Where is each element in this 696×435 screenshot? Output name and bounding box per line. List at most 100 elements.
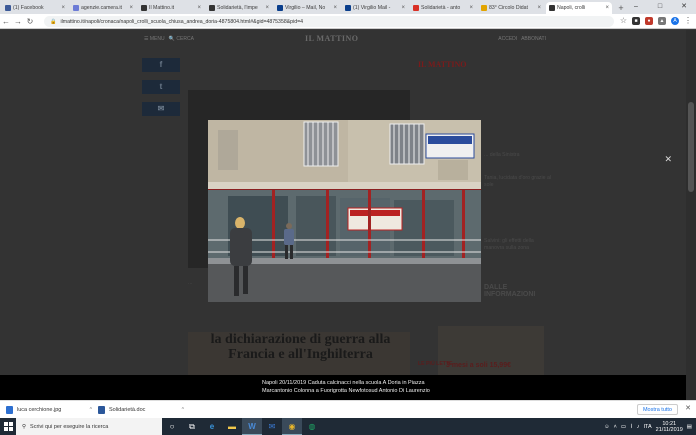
account-links[interactable]: ACCEDI ABBONATI (498, 36, 546, 42)
subscription-advert[interactable]: 3 mesi a soli 15,99€ (438, 326, 544, 380)
mattino-icon (141, 5, 147, 11)
side-item[interactable]: ... della Sinistra (484, 152, 554, 159)
start-button[interactable] (0, 418, 16, 435)
kebab-menu-icon[interactable]: ⋮ (684, 16, 692, 25)
tab-close-icon[interactable]: × (197, 5, 201, 11)
browser-tab[interactable]: Napoli, crolli × (546, 2, 612, 14)
search-icon: ⚲ (22, 423, 27, 430)
edge-icon[interactable]: e (202, 418, 222, 435)
url-text: ilmattino.it/napoli/cronaca/napoli_croll… (60, 18, 304, 25)
menu-button[interactable]: ☰ MENU 🔍 CERCA (144, 36, 194, 42)
advert-headline: la dichiarazione di guerra alla Francia … (210, 332, 391, 362)
clock[interactable]: 10:21 21/11/2019 (656, 421, 683, 433)
email-share-button[interactable]: ✉ (142, 102, 180, 116)
most-read-label: LE PIÙ LETTE (418, 361, 453, 367)
tab-label: Il Mattino.it (149, 5, 175, 11)
mattino-icon (549, 5, 555, 11)
browser-tab[interactable]: Solidarietà - anto × (410, 2, 476, 14)
virgilio-icon (277, 5, 283, 11)
app-icon[interactable]: ◍ (302, 418, 322, 435)
tab-close-icon[interactable]: × (129, 5, 133, 11)
school-photo (208, 120, 481, 302)
photo-caption: Napoli 20/11/2019 Caduta calcinacci nell… (262, 380, 430, 394)
chevron-up-icon[interactable]: ^ (182, 407, 184, 413)
minimize-icon[interactable]: – (624, 0, 648, 14)
avatar[interactable]: A (671, 16, 679, 25)
browser-tab[interactable]: agenzie.camera.it × (70, 2, 136, 14)
tab-close-icon[interactable]: × (401, 5, 405, 11)
volume-icon[interactable]: ♪ (637, 424, 640, 430)
windows-icon (3, 422, 13, 431)
mattino-icon (209, 5, 215, 11)
scrollbar-thumb[interactable] (688, 102, 694, 192)
tab-label: Virgilio – Mail, No (285, 5, 326, 11)
image-file-icon (6, 405, 13, 414)
page-content: ☰ MENU 🔍 CERCA IL MATTINO ACCEDI ABBONAT… (0, 30, 686, 400)
close-window-icon[interactable]: ✕ (672, 0, 696, 14)
tab-close-icon[interactable]: × (469, 5, 473, 11)
browser-tab[interactable]: Il Mattino.it × (138, 2, 204, 14)
task-view-icon[interactable]: ⧉ (182, 418, 202, 435)
clock-date: 21/11/2019 (655, 426, 683, 433)
downloads-shelf: luca cerchione.jpg ^ Solidarietà.doc ^ M… (0, 400, 696, 418)
extension-icon-2[interactable]: ▲ (658, 16, 666, 25)
network-icon[interactable]: ⌇ (630, 424, 633, 430)
close-icon[interactable]: ✕ (685, 404, 691, 412)
battery-icon[interactable]: ▭ (621, 424, 626, 430)
side-item[interactable]: Tania, lucidata d'oro grazie al sole (484, 175, 554, 189)
side-item[interactable]: Salvini: gli effetti della manovra sulla… (484, 238, 554, 252)
advert-price: 3 mesi a soli 15,99€ (446, 362, 511, 369)
tab-close-icon[interactable]: × (333, 5, 337, 11)
page-scrollbar[interactable] (686, 30, 696, 400)
browser-tab[interactable]: Solidarietà, l'impe × (206, 2, 272, 14)
site-logo[interactable]: IL MATTINO (305, 34, 359, 43)
tab-label: Napoli, crolli (557, 5, 586, 11)
lightbox-close-icon[interactable]: ✕ (664, 154, 672, 165)
star-icon[interactable]: ☆ (620, 16, 627, 25)
photo-caption-bar: Napoli 20/11/2019 Caduta calcinacci nell… (0, 375, 686, 400)
adblock-icon[interactable]: ● (645, 16, 653, 25)
extension-icon[interactable]: ■ (632, 16, 640, 25)
download-item[interactable]: Solidarietà.doc ^ (92, 405, 184, 414)
tab-label: Solidarietà - anto (421, 5, 461, 11)
windows-taskbar: ⚲ Scrivi qui per eseguire la ricerca ○ ⧉… (0, 418, 696, 435)
twitter-share-button[interactable]: t (142, 80, 180, 94)
tab-close-icon[interactable]: × (537, 5, 541, 11)
facebook-share-button[interactable]: f (142, 58, 180, 72)
search-placeholder: Scrivi qui per eseguire la ricerca (30, 423, 109, 430)
download-filename: Solidarietà.doc (109, 406, 146, 413)
tab-strip: (1) Facebook × agenzie.camera.it × Il Mattin… (0, 0, 696, 14)
browser-tab[interactable]: 83° Circolo Didat × (478, 2, 544, 14)
outlook-icon[interactable]: ✉ (262, 418, 282, 435)
notifications-icon[interactable]: ▤ (687, 424, 692, 430)
lightbox-photo (208, 120, 481, 302)
tab-close-icon[interactable]: × (605, 5, 609, 11)
virgilio-icon (345, 5, 351, 11)
folder-icon (481, 5, 487, 11)
browser-tab[interactable]: (1) Virgilio Mail - × (342, 2, 408, 14)
show-all-downloads-button[interactable]: Mostra tutto (636, 404, 678, 415)
reload-icon[interactable]: ↻ (24, 17, 36, 26)
tab-label: 83° Circolo Didat (489, 5, 528, 11)
tab-label: Solidarietà, l'impe (217, 5, 258, 11)
language-indicator[interactable]: ITA (644, 424, 652, 430)
lock-icon: 🔒 (50, 18, 57, 25)
people-icon[interactable]: ☺ (604, 424, 610, 430)
browser-tab[interactable]: Virgilio – Mail, No × (274, 2, 340, 14)
download-item[interactable]: luca cerchione.jpg ^ (0, 405, 92, 414)
explorer-icon[interactable]: ▬ (222, 418, 242, 435)
tab-close-icon[interactable]: × (265, 5, 269, 11)
url-input[interactable]: 🔒 ilmattino.it/napoli/cronaca/napoli_cro… (44, 16, 614, 27)
chrome-icon[interactable]: ◉ (282, 418, 302, 435)
taskbar-search[interactable]: ⚲ Scrivi qui per eseguire la ricerca (16, 418, 162, 435)
cortana-icon[interactable]: ○ (162, 418, 182, 435)
forward-icon[interactable]: → (12, 17, 24, 26)
chevron-up-icon[interactable]: ˄ (614, 424, 617, 430)
tab-close-icon[interactable]: × (61, 5, 65, 11)
maximize-icon[interactable]: □ (648, 0, 672, 14)
word-icon[interactable]: W (242, 418, 262, 435)
toolbar-extensions: ☆ ■ ● ▲ A ⋮ (620, 16, 692, 25)
browser-tab[interactable]: (1) Facebook × (2, 2, 68, 14)
camera-icon (73, 5, 79, 11)
back-icon[interactable]: ← (0, 17, 12, 26)
